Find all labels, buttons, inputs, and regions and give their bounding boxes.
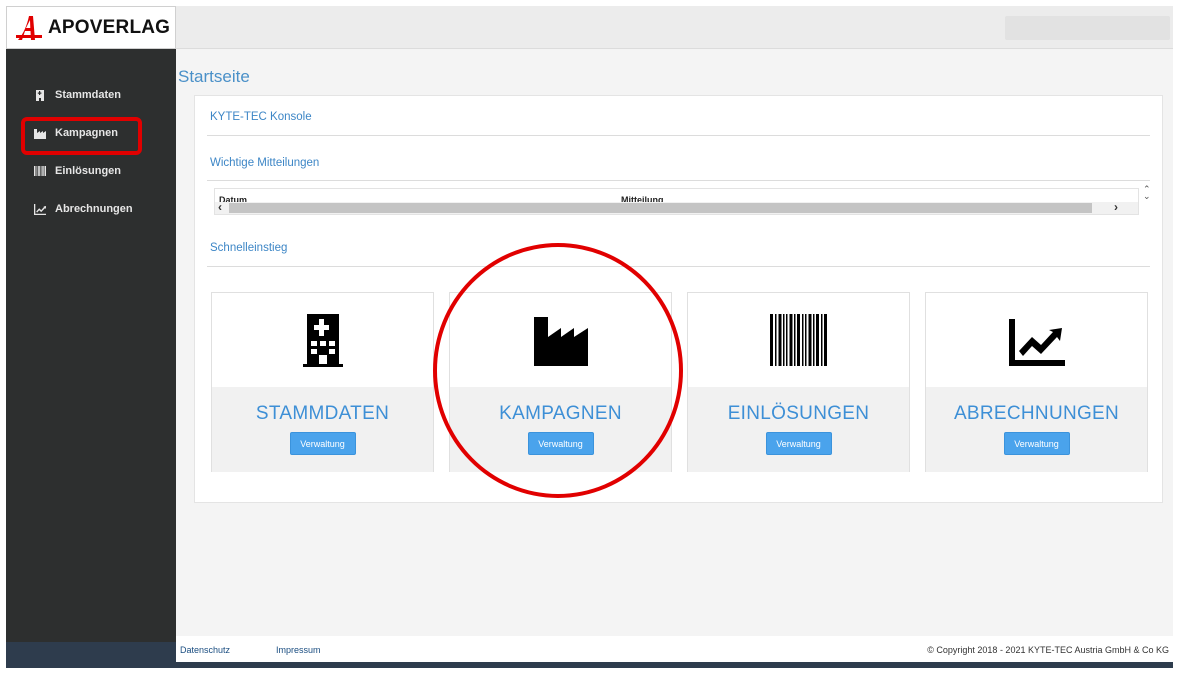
top-bar (176, 6, 1173, 49)
barcode-icon (769, 314, 827, 366)
abrechnungen-verwaltung-button[interactable]: Verwaltung (1003, 432, 1070, 455)
card-title: ABRECHNUNGEN (953, 403, 1120, 424)
notices-title: Wichtige Mitteilungen (210, 157, 320, 169)
copyright-text: © Copyright 2018 - 2021 KYTE-TEC Austria… (927, 645, 1169, 655)
scroll-right-icon[interactable]: › (1114, 200, 1118, 214)
divider (207, 266, 1150, 267)
sidebar-item-label: Abrechnungen (55, 203, 133, 215)
factory-icon (533, 317, 588, 366)
einloesungen-verwaltung-button[interactable]: Verwaltung (765, 432, 832, 455)
notices-table: Datum Mitteilung ‹ › (214, 188, 1139, 215)
sidebar-item-kampagnen[interactable]: Kampagnen (6, 114, 176, 155)
console-panel: KYTE-TEC Konsole Wichtige Mitteilungen D… (194, 95, 1163, 503)
sidebar-footer-band (6, 642, 176, 668)
sidebar-item-stammdaten[interactable]: Stammdaten (6, 76, 176, 114)
divider (207, 180, 1150, 181)
chart-line-icon (34, 204, 46, 215)
brand-name: APOVERLAG (48, 16, 171, 38)
barcode-icon (34, 166, 46, 176)
card-title: EINLÖSUNGEN (727, 403, 870, 424)
footer-band (176, 662, 1173, 668)
page-title: Startseite (178, 67, 250, 86)
apoverlag-logo-icon (16, 15, 42, 40)
sidebar-item-abrechnungen[interactable]: Abrechnungen (6, 190, 176, 228)
card-abrechnungen: ABRECHNUNGEN Verwaltung (925, 292, 1148, 472)
app-window: APOVERLAG Stammdaten Kampagnen Einlösung… (6, 6, 1173, 668)
stammdaten-verwaltung-button[interactable]: Verwaltung (289, 432, 356, 455)
card-title: KAMPAGNEN (499, 403, 622, 424)
factory-icon (34, 129, 46, 139)
brand-logo[interactable]: APOVERLAG (6, 6, 176, 49)
quick-access-cards: STAMMDATEN Verwaltung KAMPAGNEN Verwaltu… (211, 292, 1151, 472)
divider (207, 135, 1150, 136)
sidebar-item-label: Kampagnen (55, 127, 118, 139)
quick-title: Schnelleinstieg (210, 242, 288, 254)
scrollbar-thumb[interactable] (229, 203, 1092, 213)
building-icon (36, 90, 44, 101)
card-einloesungen: EINLÖSUNGEN Verwaltung (687, 292, 910, 472)
console-title: KYTE-TEC Konsole (210, 111, 312, 123)
chart-line-icon (1008, 319, 1065, 366)
kampagnen-verwaltung-button[interactable]: Verwaltung (527, 432, 594, 455)
card-title: STAMMDATEN (255, 403, 390, 424)
sidebar: APOVERLAG Stammdaten Kampagnen Einlösung… (6, 6, 176, 668)
sidebar-item-einloesungen[interactable]: Einlösungen (6, 152, 176, 190)
footer: Datenschutz Impressum © Copyright 2018 -… (176, 636, 1173, 662)
sidebar-item-label: Einlösungen (55, 165, 121, 177)
building-icon (302, 314, 343, 367)
card-kampagnen: KAMPAGNEN Verwaltung (449, 292, 672, 472)
sidebar-nav: Stammdaten Kampagnen Einlösungen Abrechn… (6, 76, 176, 228)
sidebar-item-label: Stammdaten (55, 89, 122, 101)
user-menu-placeholder[interactable] (1005, 16, 1170, 40)
vertical-scroll-icon[interactable]: ⌃ ⌄ (1143, 185, 1151, 201)
footer-link-impressum[interactable]: Impressum (276, 645, 321, 655)
horizontal-scrollbar[interactable]: ‹ › (215, 200, 1138, 214)
card-stammdaten: STAMMDATEN Verwaltung (211, 292, 434, 472)
scroll-left-icon[interactable]: ‹ (218, 200, 222, 214)
footer-link-datenschutz[interactable]: Datenschutz (180, 645, 230, 655)
